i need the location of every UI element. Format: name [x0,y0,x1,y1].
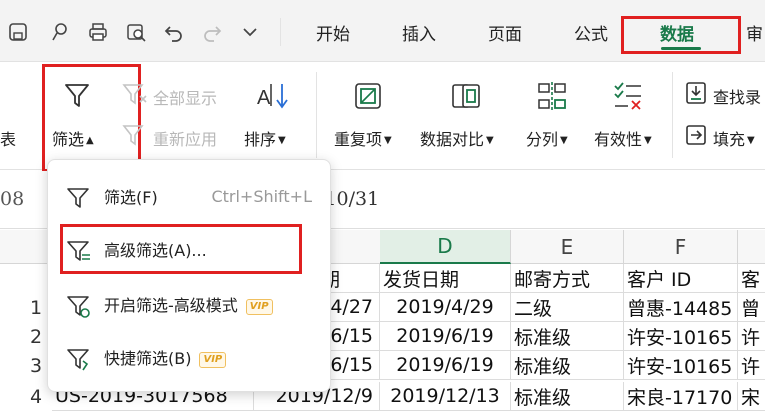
table-cell[interactable]: 二级 [511,293,624,322]
find-record-icon[interactable] [684,80,708,106]
chevron-down-icon: ▼ [747,135,755,146]
ribbon-separator [672,72,673,158]
chevron-down-icon: ▼ [384,135,392,146]
sort-button[interactable]: 排序 ▼ [244,126,286,150]
table-cell[interactable]: 许 [738,322,765,351]
fill-label: 填充 [713,130,746,149]
row-number[interactable]: 4 [30,386,42,408]
svg-text:A: A [257,87,271,109]
table-cell[interactable]: 许安-10165 [624,351,738,380]
tab-formula[interactable]: 公式 [574,20,608,45]
menu-item-text: 开启筛选-高级模式 [104,296,238,315]
split-label: 分列 [526,130,559,149]
sort-label: 排序 [244,130,277,149]
ribbon-separator [316,72,317,158]
compare-label: 数据对比 [420,130,485,149]
table-cell[interactable]: 2019/12/13 [380,382,511,411]
chevron-down-icon: ▼ [644,135,652,146]
show-all-button[interactable]: 全部显示 [153,85,217,109]
preview-icon[interactable] [46,16,74,48]
table-cell[interactable]: 标准级 [511,351,624,380]
menu-item-label: 开启筛选-高级模式 VIP [104,292,273,316]
find-button[interactable]: 查找录 [713,84,761,108]
table-cell[interactable]: 2019/6/19 [380,351,511,380]
filter-icon [67,188,89,208]
validity-label: 有效性 [594,130,643,149]
filter-dropdown-menu: 筛选(F) Ctrl+Shift+L 高级筛选(A)... 开启筛选-高级模式 V… [47,159,331,392]
data-tab-highlight [621,16,741,54]
compare-icon[interactable] [450,80,482,112]
row-number[interactable]: 3 [30,355,42,377]
filter-mode-icon [67,296,90,318]
split-column-icon[interactable] [536,80,568,112]
header-cell-customer[interactable]: 客 [738,264,765,293]
reapply-button[interactable]: 重新应用 [153,126,217,150]
menu-item-quick-filter[interactable]: 快捷筛选(B) VIP [48,335,330,379]
menu-item-advanced-mode[interactable]: 开启筛选-高级模式 VIP [48,282,330,326]
sort-icon[interactable]: A [256,80,290,112]
fill-icon[interactable] [684,122,708,148]
compare-button[interactable]: 数据对比 ▼ [420,126,494,150]
table-cell[interactable]: 2019/4/29 [380,293,511,322]
validity-icon[interactable] [612,80,644,112]
duplicates-icon[interactable] [352,80,384,112]
header-cell-customer-id[interactable]: 客户 ID [624,264,738,293]
vip-badge: VIP [245,298,273,315]
menu-item-label: 快捷筛选(B) VIP [104,345,227,369]
undo-icon[interactable] [160,16,188,48]
menu-item-filter[interactable]: 筛选(F) Ctrl+Shift+L [48,174,330,218]
validity-button[interactable]: 有效性 ▼ [594,126,652,150]
chevron-down-icon: ▼ [486,135,494,146]
header-cell-ship-mode[interactable]: 邮寄方式 [511,264,624,293]
header-cell-ship-date[interactable]: 发货日期 [380,264,511,293]
vip-badge: VIP [199,351,227,368]
tab-home[interactable]: 开始 [316,20,350,45]
table-cell[interactable]: 曾惠-14485 [624,293,738,322]
table-cell[interactable]: 曾 [738,293,765,322]
print-icon[interactable] [84,16,112,48]
table-cell[interactable]: 许安-10165 [624,322,738,351]
table-cell[interactable]: 宋 [738,382,765,411]
show-all-icon [122,82,148,106]
table-cell[interactable]: 许 [738,351,765,380]
row-number[interactable]: 2 [30,326,42,348]
quick-filter-icon [67,349,89,371]
table-cell[interactable]: 标准级 [511,382,624,411]
redo-icon[interactable] [198,16,226,48]
print-preview-icon[interactable] [122,16,150,48]
tab-separator [280,18,281,46]
column-header-f[interactable]: F [624,230,738,264]
cell-reference-box[interactable]: 08 [0,188,24,210]
table-cell[interactable]: 2019/6/19 [380,322,511,351]
table-cell[interactable]: 标准级 [511,322,624,351]
tab-insert[interactable]: 插入 [402,20,436,45]
table-cell[interactable]: 宋良-17170 [624,382,738,411]
menu-item-text: 快捷筛选(B) [104,349,192,368]
tab-page[interactable]: 页面 [488,20,522,45]
duplicates-label: 重复项 [334,130,383,149]
split-button[interactable]: 分列 ▼ [526,126,568,150]
menu-item-label: 筛选(F) [104,188,158,207]
reapply-icon [122,123,148,147]
ribbon-left-cut-label[interactable]: 表 [0,126,16,150]
column-header-e[interactable]: E [511,230,624,264]
menu-item-shortcut: Ctrl+Shift+L [211,186,312,206]
tab-review[interactable]: 审 [746,20,763,45]
chevron-down-icon: ▼ [278,135,286,146]
row-number[interactable]: 1 [30,297,42,319]
duplicates-button[interactable]: 重复项 ▼ [334,126,392,150]
save-icon[interactable] [4,16,32,48]
advanced-filter-highlight [60,224,302,274]
column-header-g[interactable] [738,230,765,264]
chevron-down-icon: ▼ [560,135,568,146]
column-header-d[interactable]: D [380,230,511,264]
filter-highlight [42,64,141,172]
chevron-down-icon[interactable] [236,16,264,48]
fill-button[interactable]: 填充 ▼ [713,126,755,150]
